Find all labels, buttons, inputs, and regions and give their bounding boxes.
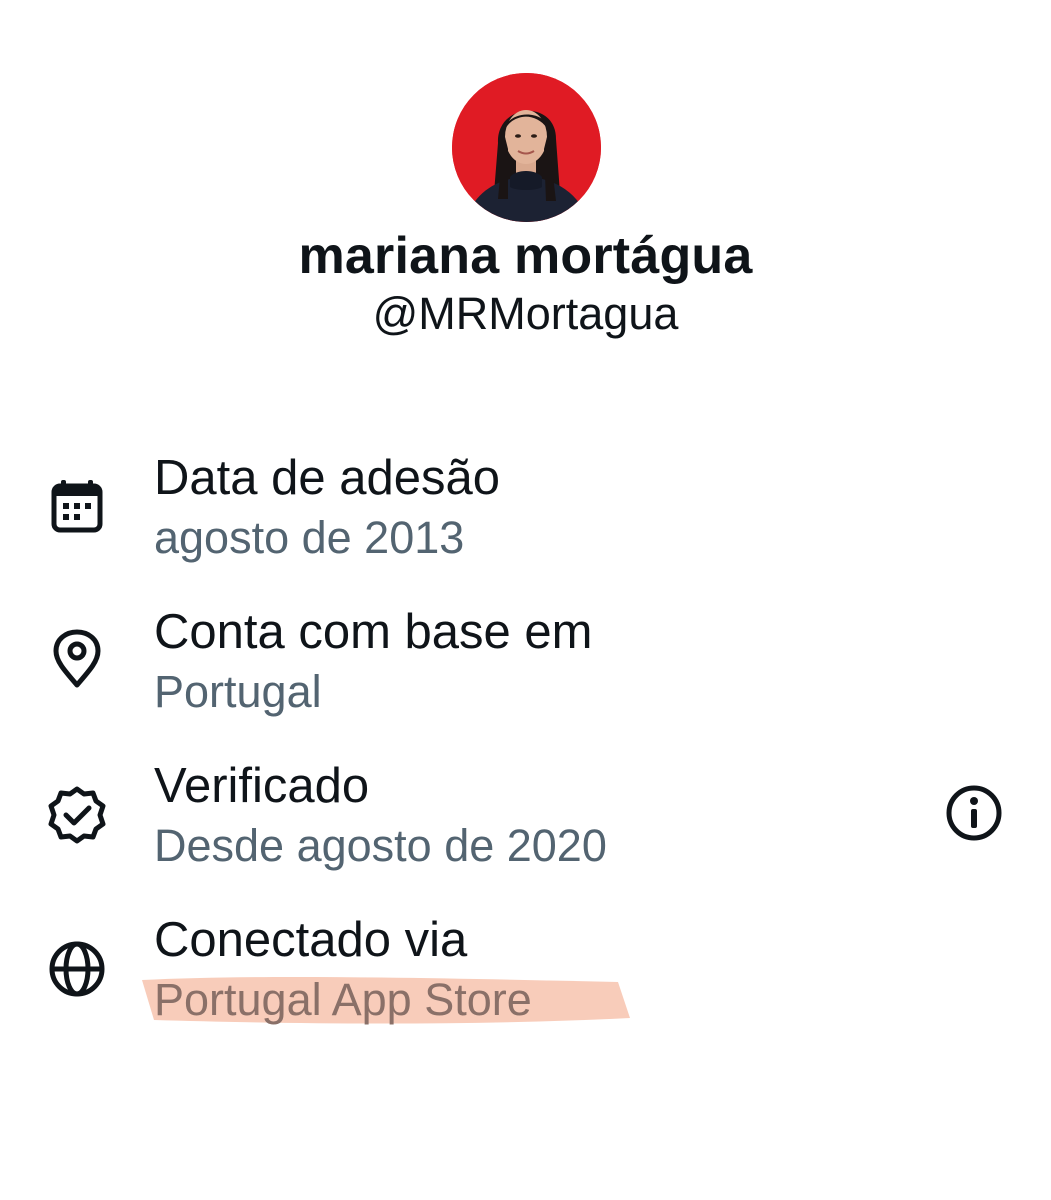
account-based-in-row: Conta com base em Portugal xyxy=(0,594,1051,734)
connected-via-value: Portugal App Store xyxy=(154,974,532,1025)
joined-date-value: agosto de 2013 xyxy=(154,512,465,563)
verified-label: Verificado xyxy=(154,759,370,813)
display-name: mariana mortágua xyxy=(298,227,753,285)
calendar-icon xyxy=(46,476,108,538)
joined-date-row: Data de adesão agosto de 2013 xyxy=(0,440,1051,580)
verified-badge-icon xyxy=(46,784,108,846)
info-icon[interactable] xyxy=(943,782,1005,844)
verified-row: Verificado Desde agosto de 2020 xyxy=(0,748,1051,888)
avatar[interactable] xyxy=(452,73,601,222)
user-handle: @MRMortagua xyxy=(372,288,679,339)
verified-since-value: Desde agosto de 2020 xyxy=(154,820,607,871)
connected-via-label: Conectado via xyxy=(154,913,468,967)
globe-icon xyxy=(46,938,108,1000)
location-pin-icon xyxy=(46,628,108,690)
joined-date-label: Data de adesão xyxy=(154,451,500,505)
account-based-in-label: Conta com base em xyxy=(154,605,593,659)
about-account-screen: mariana mortágua @MRMortagua Data de ade… xyxy=(0,0,1051,1200)
avatar-photo xyxy=(452,73,601,222)
account-based-in-value: Portugal xyxy=(154,666,322,717)
